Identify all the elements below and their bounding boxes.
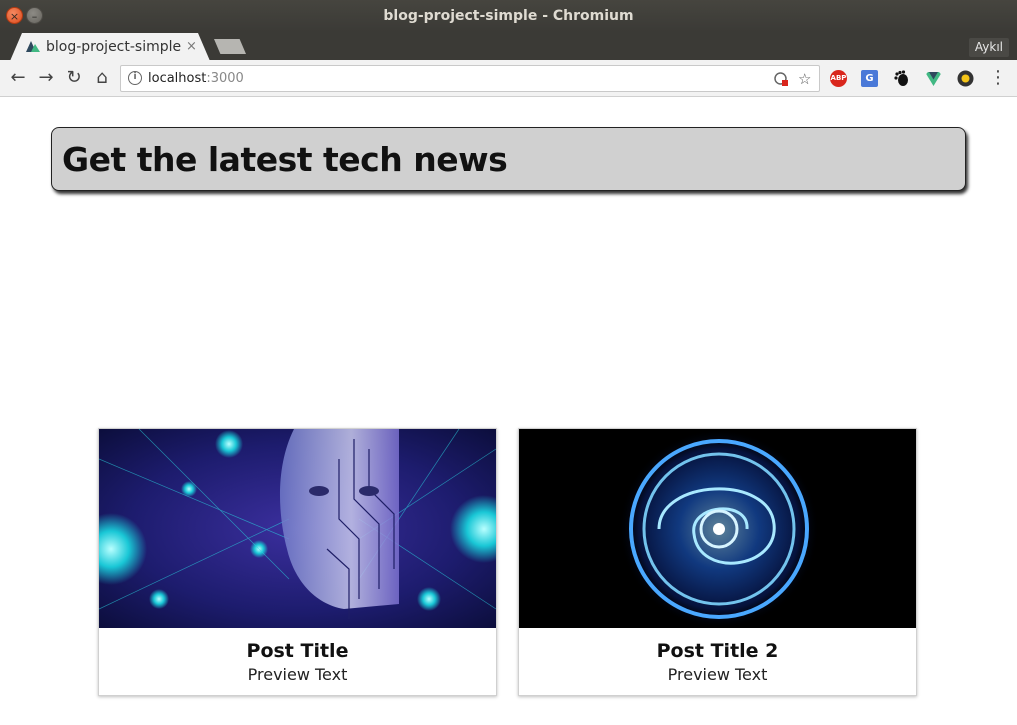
post-title[interactable]: Post Title 2	[519, 640, 916, 662]
post-card[interactable]: Post Title 2 Preview Text	[518, 428, 917, 696]
tab-label: blog-project-simple	[46, 39, 182, 55]
vue-devtools-icon[interactable]	[925, 70, 942, 87]
nuxt-logo-icon	[26, 41, 40, 52]
hero-banner: Get the latest tech news	[51, 127, 966, 191]
blue-energy-ring-image	[519, 429, 916, 628]
browser-toolbar: ← → ↻ ⌂ i localhost:3000 ☆ ABP G ⋮	[0, 60, 1017, 97]
blocked-content-icon[interactable]	[774, 72, 789, 87]
ai-face-circuit-image	[99, 429, 496, 628]
window-titlebar: × – blog-project-simple - Chromium	[0, 0, 1017, 32]
google-translate-icon[interactable]: G	[861, 70, 878, 87]
post-preview: Preview Text	[247, 665, 348, 684]
home-icon[interactable]: ⌂	[92, 68, 112, 88]
tab-strip: blog-project-simple ×	[0, 32, 1017, 61]
back-arrow-icon[interactable]: ←	[8, 68, 28, 88]
forward-arrow-icon[interactable]: →	[36, 68, 56, 88]
window-title: blog-project-simple - Chromium	[383, 8, 634, 24]
tab-blog-project-simple[interactable]: blog-project-simple ×	[10, 33, 210, 61]
post-title[interactable]: Post Title	[99, 640, 496, 662]
profile-button[interactable]: Aykıl	[968, 38, 1009, 57]
site-info-icon[interactable]: i	[128, 71, 142, 85]
tab-close-icon[interactable]: ×	[186, 39, 197, 54]
browser-menu-icon[interactable]: ⋮	[988, 68, 1008, 88]
adblock-plus-icon[interactable]: ABP	[830, 70, 847, 87]
url-host: localhost	[148, 71, 207, 86]
address-bar[interactable]: i localhost:3000 ☆	[120, 65, 820, 92]
reload-icon[interactable]: ↻	[64, 68, 84, 88]
post-card[interactable]: Post Title Preview Text	[98, 428, 497, 696]
bookmark-star-icon[interactable]: ☆	[798, 70, 811, 88]
url-text[interactable]: localhost:3000	[148, 71, 244, 86]
url-port: :3000	[206, 71, 244, 86]
post-preview: Preview Text	[667, 665, 768, 684]
page-title: Get the latest tech news	[62, 140, 508, 179]
color-picker-icon[interactable]	[957, 70, 974, 87]
gnome-icon[interactable]	[893, 70, 910, 87]
